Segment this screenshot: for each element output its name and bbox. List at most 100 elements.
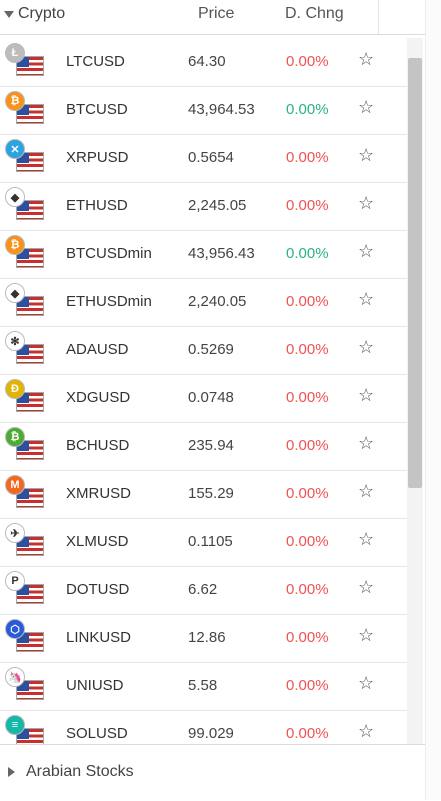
group-title: Crypto: [18, 5, 66, 22]
daily-change: 0.00%: [286, 581, 329, 598]
symbol-price: 12.86: [188, 629, 226, 646]
table-row[interactable]: M XMRUSD 155.29 0.00% ☆: [0, 470, 407, 519]
daily-change: 0.00%: [286, 533, 329, 550]
table-row[interactable]: ⬡ LINKUSD 12.86 0.00% ☆: [0, 614, 407, 663]
chainlink-icon: ⬡: [5, 619, 25, 639]
symbol-price: 0.1105: [188, 533, 233, 550]
bitcoin-icon: ₿: [5, 91, 25, 111]
favorite-star-icon[interactable]: ☆: [358, 145, 374, 166]
change-column-header[interactable]: D. Chng: [285, 5, 344, 23]
table-row[interactable]: ₿ BTCUSDmin 43,956.43 0.00% ☆: [0, 230, 407, 279]
favorite-star-icon[interactable]: ☆: [358, 241, 374, 262]
table-row[interactable]: Ð XDGUSD 0.0748 0.00% ☆: [0, 374, 407, 423]
favorite-star-icon[interactable]: ☆: [358, 481, 374, 502]
symbol-icon: ✈: [2, 522, 44, 562]
favorite-star-icon[interactable]: ☆: [358, 97, 374, 118]
table-row[interactable]: ₿ BCHUSD 235.94 0.00% ☆: [0, 422, 407, 471]
bitcoin-icon: ₿: [5, 235, 25, 255]
favorite-star-icon[interactable]: ☆: [358, 625, 374, 646]
table-row[interactable]: ₿ BTCUSD 43,964.53 0.00% ☆: [0, 86, 407, 135]
solana-icon: ≡: [5, 715, 25, 735]
favorite-star-icon[interactable]: ☆: [358, 289, 374, 310]
daily-change: 0.00%: [286, 341, 329, 358]
table-row[interactable]: 🦄 UNIUSD 5.58 0.00% ☆: [0, 662, 407, 711]
symbol-icon: ◆: [2, 186, 44, 226]
table-row[interactable]: ✻ ADAUSD 0.5269 0.00% ☆: [0, 326, 407, 375]
price-column-header[interactable]: Price: [198, 5, 234, 23]
favorite-star-icon[interactable]: ☆: [358, 337, 374, 358]
symbol-price: 0.0748: [188, 389, 234, 406]
symbol-icon: ₿: [2, 426, 44, 466]
daily-change: 0.00%: [286, 677, 329, 694]
favorite-star-icon[interactable]: ☆: [358, 49, 374, 70]
symbol-name: SOLUSD: [66, 725, 128, 742]
daily-change: 0.00%: [286, 197, 329, 214]
favorite-star-icon[interactable]: ☆: [358, 193, 374, 214]
table-row[interactable]: ◆ ETHUSD 2,245.05 0.00% ☆: [0, 182, 407, 231]
symbol-icon: ✻: [2, 330, 44, 370]
symbol-icon: ◆: [2, 282, 44, 322]
table-row[interactable]: ✈ XLMUSD 0.1105 0.00% ☆: [0, 518, 407, 567]
table-row[interactable]: Ł LTCUSD 64.30 0.00% ☆: [0, 38, 407, 87]
stellar-icon: ✈: [5, 523, 25, 543]
symbol-icon: 🦄: [2, 666, 44, 706]
cardano-icon: ✻: [5, 331, 25, 351]
symbol-name: XLMUSD: [66, 533, 129, 550]
symbol-price: 2,245.05: [188, 197, 247, 214]
litecoin-icon: Ł: [5, 43, 25, 63]
symbol-price: 43,964.53: [188, 101, 255, 118]
group-title: Arabian Stocks: [26, 763, 134, 780]
favorite-star-icon[interactable]: ☆: [358, 721, 374, 742]
favorite-star-icon[interactable]: ☆: [358, 673, 374, 694]
dogecoin-icon: Ð: [5, 379, 25, 399]
favorite-star-icon[interactable]: ☆: [358, 385, 374, 406]
daily-change: 0.00%: [286, 629, 329, 646]
daily-change: 0.00%: [286, 293, 329, 310]
symbol-name: XRPUSD: [66, 149, 129, 166]
ethereum-icon: ◆: [5, 187, 25, 207]
favorite-star-icon[interactable]: ☆: [358, 529, 374, 550]
arabian-stocks-group-header[interactable]: Arabian Stocks: [0, 744, 425, 801]
table-row[interactable]: P DOTUSD 6.62 0.00% ☆: [0, 566, 407, 615]
symbol-price: 0.5654: [188, 149, 234, 166]
favorite-star-icon[interactable]: ☆: [358, 577, 374, 598]
daily-change: 0.00%: [286, 485, 329, 502]
symbol-icon: ₿: [2, 234, 44, 274]
daily-change: 0.00%: [286, 101, 329, 118]
table-row[interactable]: ✕ XRPUSD 0.5654 0.00% ☆: [0, 134, 407, 183]
symbol-name: ETHUSDmin: [66, 293, 152, 310]
symbol-icon: ₿: [2, 90, 44, 130]
symbol-price: 0.5269: [188, 341, 234, 358]
symbol-name: UNIUSD: [66, 677, 124, 694]
symbol-icon: Ł: [2, 42, 44, 82]
daily-change: 0.00%: [286, 437, 329, 454]
polkadot-icon: P: [5, 571, 25, 591]
favorite-star-icon[interactable]: ☆: [358, 433, 374, 454]
symbol-name: XDGUSD: [66, 389, 131, 406]
crypto-group-header[interactable]: Crypto Price D. Chng: [0, 0, 425, 35]
table-row[interactable]: ◆ ETHUSDmin 2,240.05 0.00% ☆: [0, 278, 407, 327]
symbol-price: 2,240.05: [188, 293, 247, 310]
symbol-icon: ⬡: [2, 618, 44, 658]
table-row[interactable]: ≡ SOLUSD 99.029 0.00% ☆: [0, 710, 407, 744]
symbol-name: ETHUSD: [66, 197, 128, 214]
symbol-icon: P: [2, 570, 44, 610]
symbol-name: DOTUSD: [66, 581, 130, 598]
bitcoin-cash-icon: ₿: [5, 427, 25, 447]
symbol-price: 155.29: [188, 485, 234, 502]
collapse-triangle-icon[interactable]: [4, 11, 14, 18]
expand-triangle-icon[interactable]: [8, 767, 15, 777]
daily-change: 0.00%: [286, 245, 329, 262]
header-divider: [378, 0, 379, 34]
daily-change: 0.00%: [286, 149, 329, 166]
symbol-name: BTCUSD: [66, 101, 128, 118]
ripple-icon: ✕: [5, 139, 25, 159]
uniswap-icon: 🦄: [5, 667, 25, 687]
symbol-name: XMRUSD: [66, 485, 132, 502]
symbol-price: 6.62: [188, 581, 218, 598]
daily-change: 0.00%: [286, 389, 329, 406]
scrollbar-thumb[interactable]: [408, 58, 422, 488]
ethereum-icon: ◆: [5, 283, 25, 303]
symbol-icon: Ð: [2, 378, 44, 418]
symbol-name: ADAUSD: [66, 341, 129, 358]
